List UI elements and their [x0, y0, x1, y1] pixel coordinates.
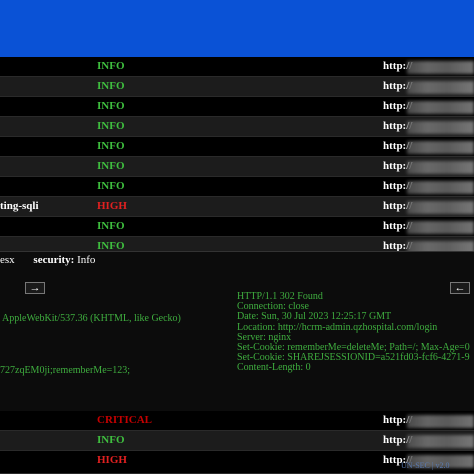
table-row[interactable]: INFO http:// [0, 217, 474, 237]
severity-badge: INFO [97, 180, 125, 192]
redacted-host [407, 181, 474, 194]
table-row[interactable]: INFO http:// [0, 137, 474, 157]
severity-badge: INFO [97, 160, 125, 172]
request-line: AppleWebKit/537.36 (KHTML, like Gecko) [2, 313, 181, 324]
redacted-host [407, 121, 474, 134]
severity-badge: INFO [97, 80, 125, 92]
response-block: HTTP/1.1 302 Found Connection: close Dat… [237, 292, 474, 374]
severity-badge: CRITICAL [97, 414, 153, 426]
severity-badge: HIGH [97, 454, 127, 466]
table-row[interactable]: INFO http:// [0, 177, 474, 197]
redacted-host [407, 221, 474, 234]
request-line: 727zqEM0ji;rememberMe=123; [0, 365, 131, 376]
redacted-host [407, 81, 474, 94]
result-detail-panel: esx security: Info → ← AppleWebKit/537.3… [0, 251, 474, 412]
redacted-host [407, 141, 474, 154]
redacted-host [407, 415, 474, 428]
redacted-host [407, 101, 474, 114]
detail-meta-line: esx security: Info [0, 254, 95, 266]
version-watermark: UN-SEC | v2.0 [401, 461, 450, 470]
app-header-bar [0, 0, 474, 57]
table-row[interactable]: INFO http:// [0, 97, 474, 117]
table-row[interactable]: ting-sqli HIGH http:// [0, 197, 474, 217]
security-label: security: [33, 254, 75, 266]
results-table: INFO http:// INFO http:// INFO http:// I… [0, 57, 474, 257]
severity-badge: INFO [97, 100, 125, 112]
template-name: ting-sqli [0, 200, 39, 212]
table-row[interactable]: INFO http:// [0, 431, 474, 451]
severity-badge: INFO [97, 434, 125, 446]
table-row[interactable]: INFO http:// [0, 117, 474, 137]
redacted-host [407, 61, 474, 74]
request-arrow-icon[interactable]: → [25, 282, 45, 294]
redacted-host [407, 435, 474, 448]
response-line: Content-Length: 0 [237, 362, 311, 374]
redacted-host [407, 201, 474, 214]
severity-badge: INFO [97, 60, 125, 72]
severity-badge: INFO [97, 140, 125, 152]
table-row[interactable]: INFO http:// [0, 157, 474, 177]
severity-badge: INFO [97, 120, 125, 132]
table-row[interactable]: INFO http:// [0, 77, 474, 97]
redacted-host [407, 161, 474, 174]
severity-badge: HIGH [97, 200, 127, 212]
severity-badge: INFO [97, 220, 125, 232]
table-row[interactable]: INFO http:// [0, 57, 474, 77]
security-value: Info [77, 254, 96, 266]
table-row[interactable]: CRITICAL http:// [0, 411, 474, 431]
template-id-fragment: esx [0, 254, 15, 266]
